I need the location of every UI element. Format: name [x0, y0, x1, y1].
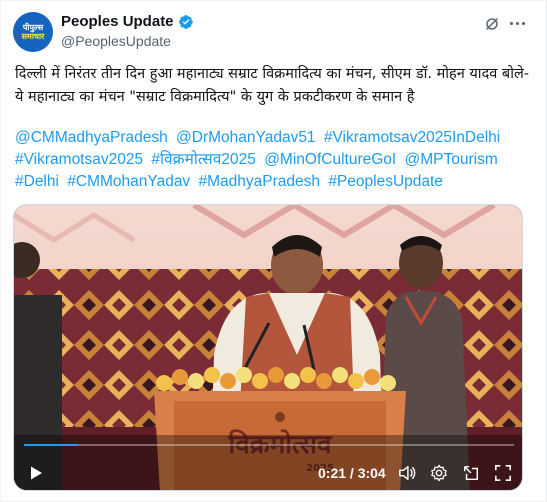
- hashtag-list: @CMMadhyaPradesh @DrMohanYadav51 #Vikram…: [15, 127, 535, 193]
- volume-icon[interactable]: [398, 464, 416, 482]
- hashtag-link[interactable]: @MPTourism: [405, 151, 498, 168]
- hashtag-link[interactable]: #CMMohanYadav: [67, 173, 190, 190]
- account-handle[interactable]: @PeoplesUpdate: [61, 33, 171, 49]
- tweet-card[interactable]: पीपुल्स समाचार Peoples Update @PeoplesUp…: [0, 0, 547, 502]
- video-frame: विक्रमोत्सव 2025: [14, 205, 522, 490]
- account-name[interactable]: Peoples Update: [61, 13, 174, 30]
- hashtag-link[interactable]: @DrMohanYadav51: [176, 129, 316, 146]
- play-icon[interactable]: [28, 465, 44, 481]
- hashtag-link[interactable]: #Vikramotsav2025: [15, 151, 143, 168]
- hashtag-link[interactable]: #Vikramotsav2025InDelhi: [324, 129, 500, 146]
- avatar[interactable]: पीपुल्स समाचार: [13, 12, 53, 52]
- settings-icon[interactable]: [430, 464, 448, 482]
- fullscreen-icon[interactable]: [494, 464, 512, 482]
- hashtag-link[interactable]: #विक्रमोत्सव2025: [151, 151, 255, 168]
- hashtag-link[interactable]: #Delhi: [15, 173, 59, 190]
- verified-badge-icon: [178, 14, 193, 29]
- video-progress-bar[interactable]: [24, 444, 514, 446]
- avatar-line1: पीपुल्स: [22, 23, 44, 32]
- hashtag-link[interactable]: @CMMadhyaPradesh: [15, 129, 168, 146]
- video-time: 0:21 / 3:04: [318, 465, 386, 481]
- video-player[interactable]: विक्रमोत्सव 2025 0:21 / 3:04: [13, 204, 523, 491]
- avatar-line2: समाचार: [21, 32, 45, 41]
- video-controls: 0:21 / 3:04: [14, 451, 522, 490]
- video-progress-fill: [24, 444, 78, 446]
- expand-icon[interactable]: [462, 464, 480, 482]
- hashtag-link[interactable]: @MinOfCultureGoI: [264, 151, 396, 168]
- more-icon[interactable]: [504, 11, 530, 35]
- tweet-text: दिल्ली में निरंतर तीन दिन हुआ महानाट्य स…: [15, 66, 530, 105]
- hashtag-link[interactable]: #MadhyaPradesh: [199, 173, 321, 190]
- hashtag-link[interactable]: #PeoplesUpdate: [328, 173, 443, 190]
- account-name-row: Peoples Update: [61, 13, 194, 30]
- grok-icon[interactable]: [483, 15, 501, 33]
